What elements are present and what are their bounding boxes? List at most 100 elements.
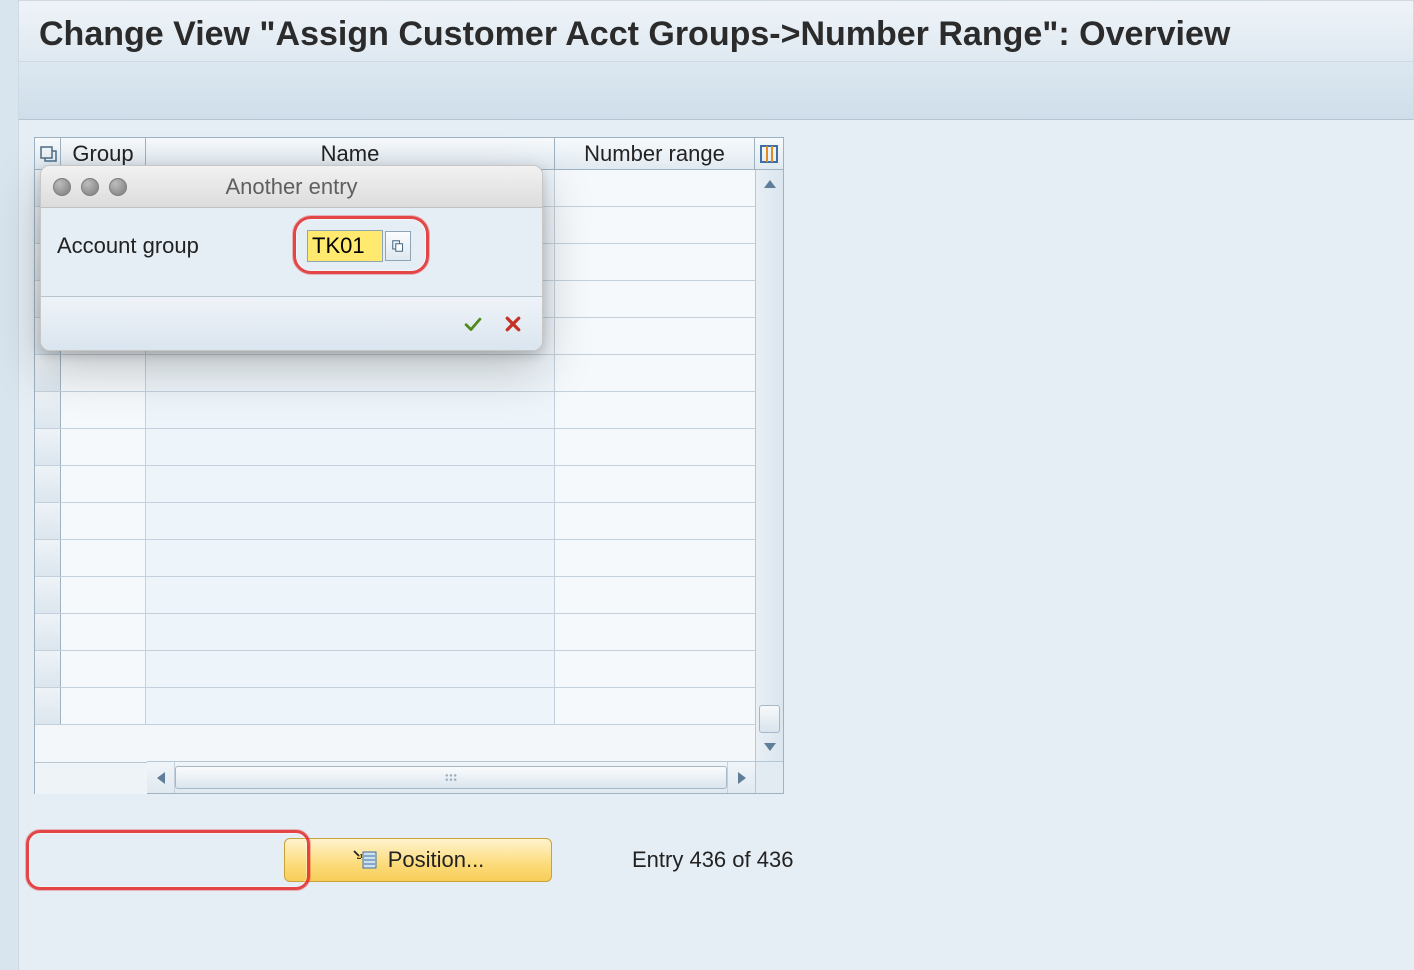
cell-group[interactable] [61, 429, 146, 465]
cell-group[interactable] [61, 540, 146, 576]
account-group-input[interactable] [307, 230, 383, 262]
cell-group[interactable] [61, 466, 146, 502]
table-row[interactable] [35, 651, 755, 688]
column-header-number-range[interactable]: Number range [555, 138, 755, 169]
position-button-label: Position... [388, 847, 485, 873]
row-selector[interactable] [35, 392, 61, 428]
horizontal-scroll-track[interactable] [175, 762, 727, 793]
page-title: Change View "Assign Customer Acct Groups… [18, 0, 1414, 62]
table-footer: Position... Entry 436 of 436 [34, 825, 834, 895]
cell-group[interactable] [61, 503, 146, 539]
cell-number-range[interactable] [555, 466, 755, 502]
account-group-label: Account group [57, 233, 307, 259]
row-selector[interactable] [35, 651, 61, 687]
table-settings-button[interactable] [755, 138, 783, 169]
scroll-left-button[interactable] [147, 762, 175, 793]
table-row[interactable] [35, 577, 755, 614]
cell-number-range[interactable] [555, 318, 755, 354]
cell-number-range[interactable] [555, 503, 755, 539]
cell-number-range[interactable] [555, 577, 755, 613]
cell-name[interactable] [146, 540, 555, 576]
horizontal-scroll-thumb[interactable] [175, 766, 727, 789]
cell-number-range[interactable] [555, 540, 755, 576]
scroll-down-button[interactable] [756, 733, 783, 761]
dialog-footer [41, 296, 542, 350]
another-entry-dialog: Another entry Account group [40, 165, 543, 351]
scroll-corner [755, 761, 783, 793]
account-group-field-wrap [307, 230, 411, 262]
row-selector[interactable] [35, 688, 61, 724]
cell-group[interactable] [61, 614, 146, 650]
row-selector[interactable] [35, 503, 61, 539]
value-help-button[interactable] [385, 231, 411, 261]
cell-group[interactable] [61, 355, 146, 391]
cell-number-range[interactable] [555, 355, 755, 391]
cell-number-range[interactable] [555, 207, 755, 243]
dialog-titlebar[interactable]: Another entry [41, 166, 542, 208]
cell-name[interactable] [146, 355, 555, 391]
cell-number-range[interactable] [555, 170, 755, 206]
table-row[interactable] [35, 688, 755, 725]
window-close-light[interactable] [53, 178, 71, 196]
table-settings-icon [759, 144, 779, 164]
row-selector[interactable] [35, 429, 61, 465]
value-help-icon [392, 238, 404, 254]
caret-right-icon [737, 771, 747, 785]
cell-name[interactable] [146, 614, 555, 650]
table-row[interactable] [35, 466, 755, 503]
table-row[interactable] [35, 392, 755, 429]
cell-number-range[interactable] [555, 281, 755, 317]
vertical-scrollbar[interactable] [755, 170, 783, 761]
cell-number-range[interactable] [555, 614, 755, 650]
scroll-up-button[interactable] [756, 170, 783, 198]
row-selector[interactable] [35, 355, 61, 391]
cell-number-range[interactable] [555, 429, 755, 465]
cell-group[interactable] [61, 577, 146, 613]
table-row[interactable] [35, 429, 755, 466]
scroll-right-button[interactable] [727, 762, 755, 793]
cell-group[interactable] [61, 688, 146, 724]
horizontal-scrollbar[interactable] [147, 761, 755, 793]
cell-number-range[interactable] [555, 392, 755, 428]
row-selector[interactable] [35, 577, 61, 613]
row-selector[interactable] [35, 540, 61, 576]
vertical-scroll-thumb[interactable] [759, 705, 780, 733]
cell-number-range[interactable] [555, 244, 755, 280]
cross-icon [504, 313, 522, 335]
dialog-body: Account group [41, 208, 542, 296]
position-icon [352, 849, 378, 871]
vertical-scroll-track[interactable] [756, 198, 783, 733]
table-row[interactable] [35, 540, 755, 577]
cell-name[interactable] [146, 688, 555, 724]
row-selector[interactable] [35, 614, 61, 650]
table-row[interactable] [35, 614, 755, 651]
window-controls [53, 178, 127, 196]
position-button[interactable]: Position... [284, 838, 552, 882]
entry-counter: Entry 436 of 436 [632, 847, 793, 873]
row-selector[interactable] [35, 466, 61, 502]
hscroll-left-cap [35, 762, 147, 794]
tutorial-highlight-position [26, 830, 310, 890]
cell-group[interactable] [61, 651, 146, 687]
cell-name[interactable] [146, 392, 555, 428]
page-title-text: Change View "Assign Customer Acct Groups… [39, 15, 1230, 53]
dialog-cancel-button[interactable] [498, 309, 528, 339]
cell-name[interactable] [146, 651, 555, 687]
caret-up-icon [763, 179, 777, 189]
cell-name[interactable] [146, 577, 555, 613]
table-row[interactable] [35, 355, 755, 392]
toolbar-ribbon [18, 62, 1414, 120]
cell-group[interactable] [61, 392, 146, 428]
cell-name[interactable] [146, 503, 555, 539]
grip-icon [176, 767, 726, 788]
cell-number-range[interactable] [555, 688, 755, 724]
window-zoom-light[interactable] [109, 178, 127, 196]
cell-name[interactable] [146, 466, 555, 502]
select-all-icon [39, 145, 57, 163]
window-minimize-light[interactable] [81, 178, 99, 196]
caret-left-icon [156, 771, 166, 785]
table-row[interactable] [35, 503, 755, 540]
cell-number-range[interactable] [555, 651, 755, 687]
cell-name[interactable] [146, 429, 555, 465]
dialog-continue-button[interactable] [458, 309, 488, 339]
